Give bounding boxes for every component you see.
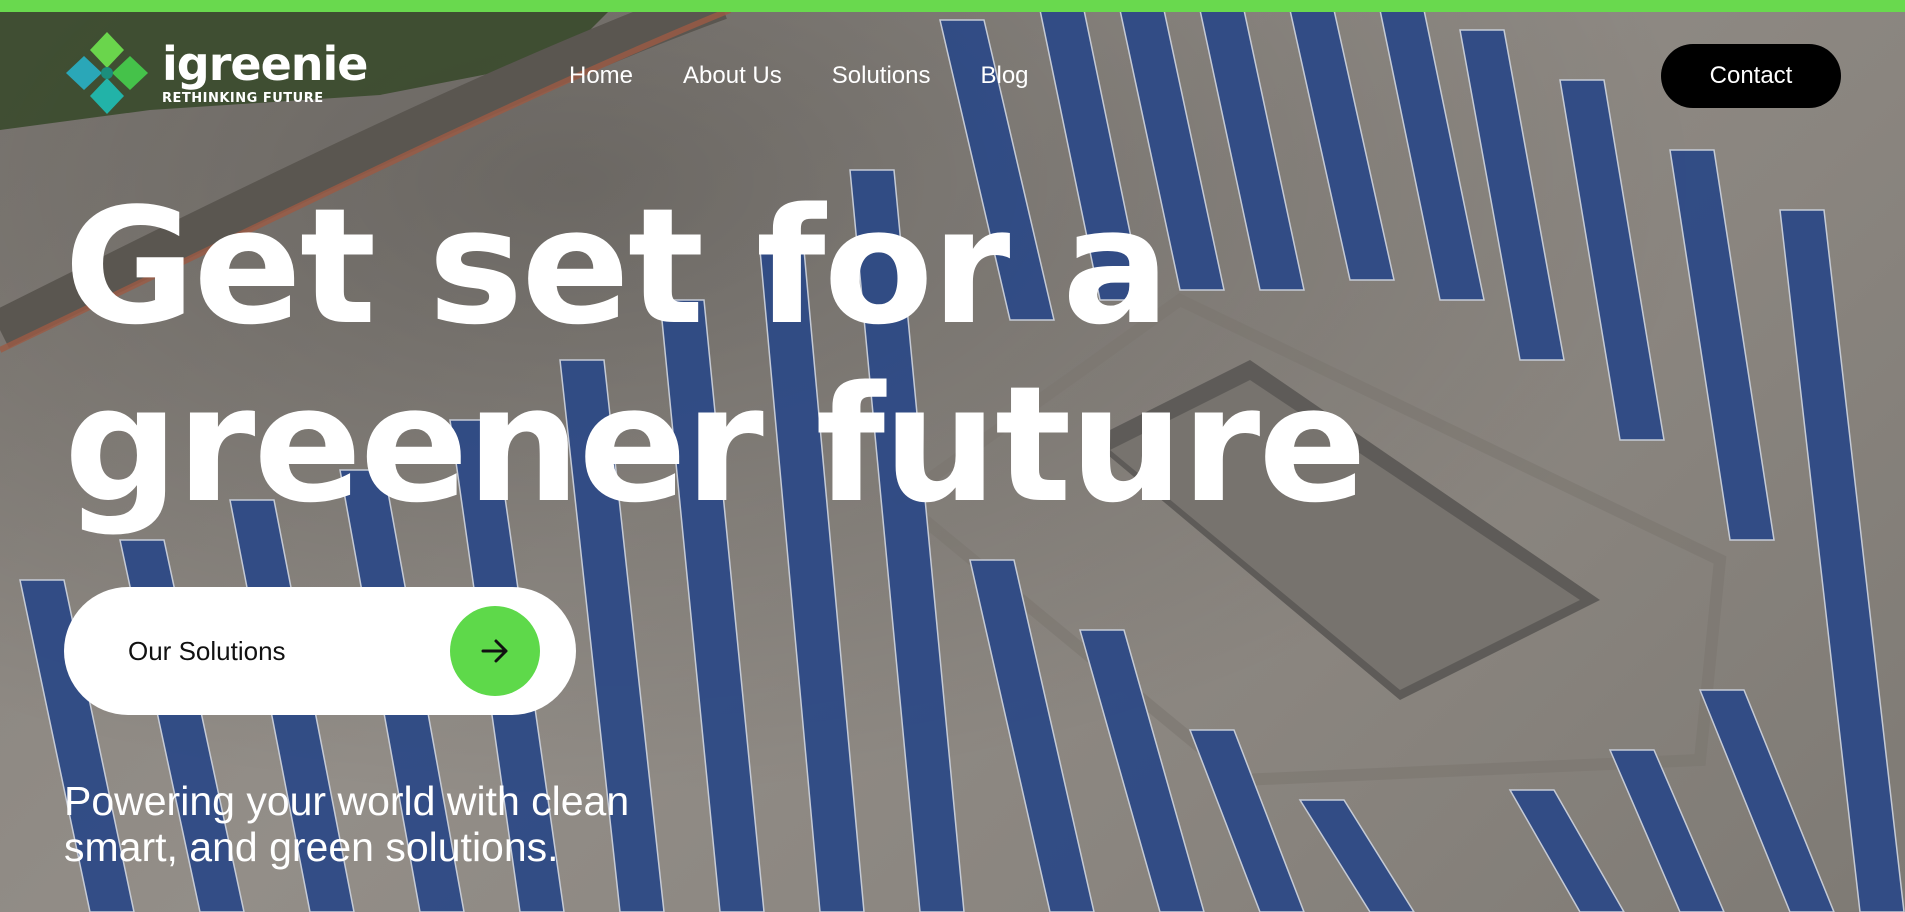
nav-solutions[interactable]: Solutions [832, 62, 931, 90]
headline-line-1: Get set for a [64, 173, 1170, 360]
contact-button[interactable]: Contact [1661, 44, 1841, 108]
top-accent-bar [0, 0, 1905, 12]
subtitle-line-1: Powering your world with clean [64, 778, 630, 824]
headline-line-2: greener future [64, 351, 1367, 538]
our-solutions-button[interactable]: Our Solutions [64, 587, 576, 715]
brand-name: igreenie [162, 36, 368, 91]
clover-logo-icon [64, 30, 150, 116]
nav-blog[interactable]: Blog [980, 62, 1028, 90]
cta-label: Our Solutions [128, 635, 286, 666]
hero-section: igreenie RETHINKING FUTURE Home About Us… [0, 0, 1905, 912]
subtitle-line-2: smart, and green solutions. [64, 824, 559, 870]
arrow-right-icon [450, 606, 540, 696]
hero-headline: Get set for a greener future [64, 173, 1367, 538]
nav-about-us[interactable]: About Us [683, 62, 782, 90]
hero-subtitle: Powering your world with clean smart, an… [64, 778, 704, 870]
nav-home[interactable]: Home [569, 62, 633, 90]
brand-tagline: RETHINKING FUTURE [162, 90, 324, 106]
logo[interactable]: igreenie RETHINKING FUTURE [64, 30, 368, 116]
main-nav: Home About Us Solutions Blog [569, 62, 1029, 90]
